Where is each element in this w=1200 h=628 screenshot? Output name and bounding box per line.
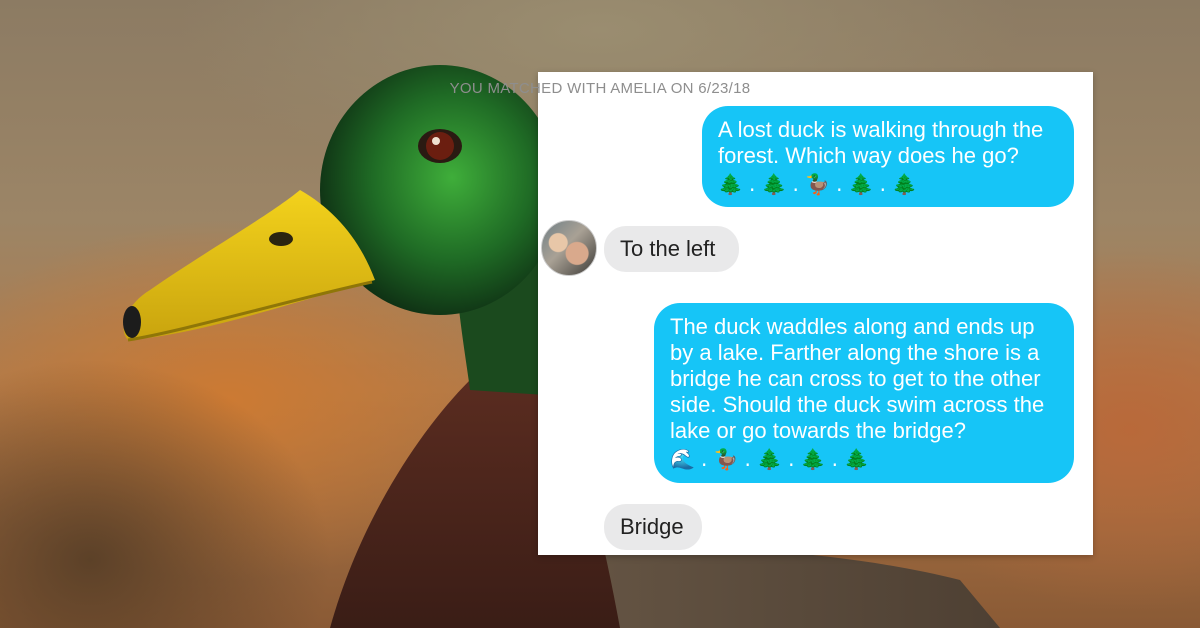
message-text: A lost duck is walking through the fores… (718, 117, 1044, 168)
message-text: Bridge (620, 514, 684, 539)
match-date-header: YOU MATCHED WITH AMELIA ON 6/23/18 (449, 80, 751, 97)
received-message-bubble: To the left (604, 226, 739, 272)
emoji-row: 🌲 . 🌲 . 🦆 . 🌲 . 🌲 (718, 171, 1058, 197)
message-text: The duck waddles along and ends up by a … (670, 314, 1045, 443)
dot-separator: . (701, 447, 708, 471)
dot-separator: . (792, 172, 799, 196)
match-avatar[interactable] (541, 220, 597, 276)
duck-emoji: 🦆 (805, 172, 830, 196)
sent-message-bubble: A lost duck is walking through the fores… (702, 106, 1074, 207)
tree-emoji: 🌲 (848, 172, 874, 196)
tree-emoji: 🌲 (757, 447, 782, 471)
dot-separator: . (879, 172, 886, 196)
dot-separator: . (744, 447, 751, 471)
tree-emoji: 🌲 (892, 172, 917, 196)
tree-emoji: 🌲 (800, 447, 826, 471)
sent-message-bubble: The duck waddles along and ends up by a … (654, 303, 1074, 483)
dot-separator: . (788, 447, 795, 471)
tree-emoji: 🌲 (718, 172, 743, 196)
tree-emoji: 🌲 (761, 172, 787, 196)
duck-emoji: 🦆 (713, 447, 739, 471)
wave-emoji: 🌊 (670, 447, 695, 471)
dot-separator: . (836, 172, 843, 196)
dot-separator: . (831, 447, 838, 471)
message-text: To the left (620, 236, 716, 261)
dot-separator: . (749, 172, 756, 196)
tree-emoji: 🌲 (844, 447, 869, 471)
received-message-bubble: Bridge (604, 504, 702, 550)
emoji-row: 🌊 . 🦆 . 🌲 . 🌲 . 🌲 (670, 446, 1058, 472)
